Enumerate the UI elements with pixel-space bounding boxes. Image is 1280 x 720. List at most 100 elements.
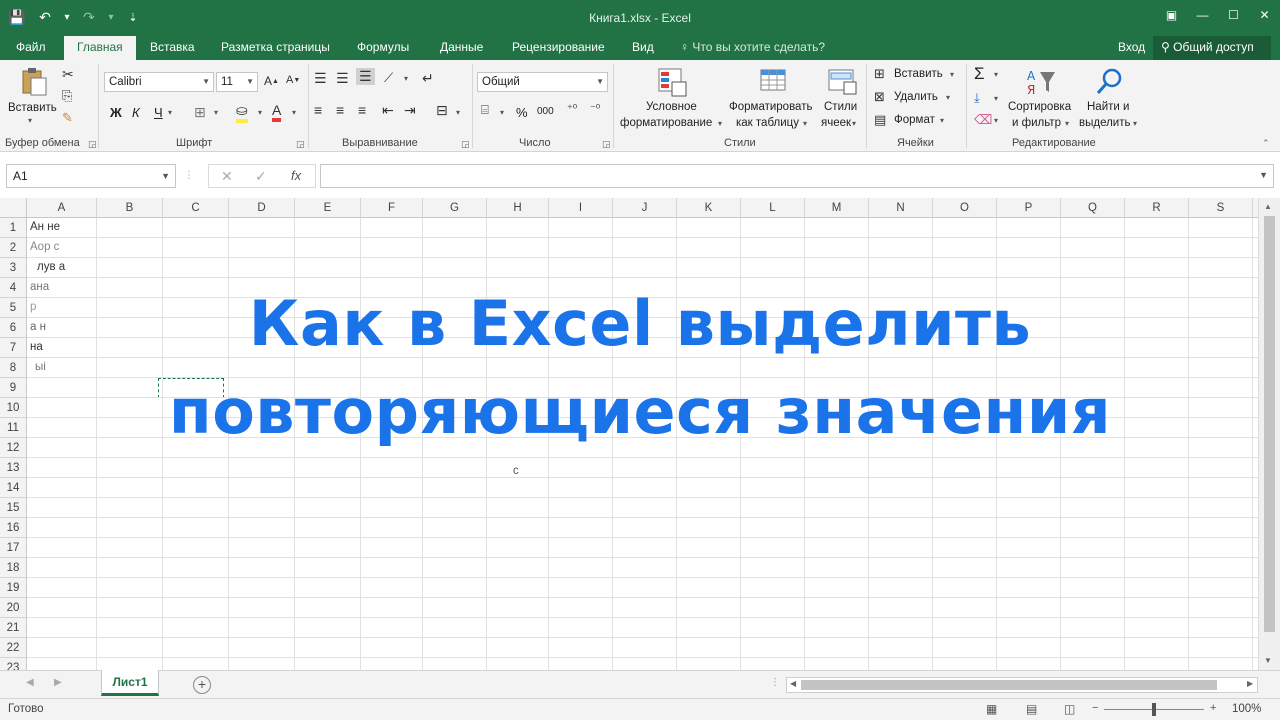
align-right-icon[interactable]: ≡ bbox=[358, 102, 366, 118]
conditional-formatting-label-2[interactable]: форматирование bbox=[620, 117, 712, 129]
autosum-icon[interactable]: Σ bbox=[974, 64, 985, 84]
font-color-icon[interactable]: A bbox=[272, 102, 282, 122]
row-header[interactable]: 16 bbox=[0, 518, 26, 538]
conditional-dropdown-icon[interactable]: ▾ bbox=[718, 119, 722, 128]
fill-color-icon[interactable]: ⛀ bbox=[236, 102, 248, 123]
name-box[interactable]: A1 ▼ bbox=[6, 164, 176, 188]
align-center-icon[interactable]: ≡ bbox=[336, 102, 344, 118]
borders-icon[interactable]: ⊞ bbox=[194, 104, 206, 121]
number-format-combo[interactable]: Общий ▼ bbox=[477, 72, 608, 92]
clipboard-launcher-icon[interactable]: ◲ bbox=[88, 139, 97, 150]
share-button[interactable]: ⚲ Общий доступ bbox=[1153, 36, 1271, 60]
column-header[interactable]: F bbox=[361, 198, 423, 218]
login-link[interactable]: Вход bbox=[1118, 36, 1145, 59]
minimize-icon[interactable]: — bbox=[1187, 0, 1218, 30]
scroll-up-icon[interactable]: ▲ bbox=[1264, 202, 1272, 211]
find-select-icon[interactable] bbox=[1094, 66, 1126, 98]
maximize-icon[interactable]: ☐ bbox=[1218, 0, 1249, 30]
format-cells-icon[interactable]: ▤ bbox=[874, 112, 886, 128]
fill-dropdown-icon[interactable]: ▾ bbox=[258, 108, 262, 117]
column-header[interactable]: G bbox=[423, 198, 487, 218]
tab-formulas[interactable]: Формулы bbox=[357, 36, 409, 60]
align-middle-icon[interactable]: ☰ bbox=[336, 70, 349, 87]
page-layout-view-icon[interactable]: ▤ bbox=[1026, 702, 1037, 716]
format-as-table-icon[interactable] bbox=[758, 66, 790, 98]
vertical-scroll-thumb[interactable] bbox=[1264, 216, 1275, 632]
row-header[interactable]: 7 bbox=[0, 338, 26, 358]
column-header[interactable]: C bbox=[163, 198, 229, 218]
font-name-combo[interactable]: Calibri ▼ bbox=[104, 72, 214, 92]
row-header[interactable]: 18 bbox=[0, 558, 26, 578]
find-select-label-2[interactable]: выделить bbox=[1079, 117, 1131, 129]
column-header[interactable]: Q bbox=[1061, 198, 1125, 218]
underline-dropdown-icon[interactable]: ▾ bbox=[168, 108, 172, 117]
tab-view[interactable]: Вид bbox=[632, 36, 654, 60]
column-header[interactable]: H bbox=[487, 198, 549, 218]
row-header[interactable]: 8 bbox=[0, 358, 26, 378]
cell-styles-label[interactable]: Стили bbox=[824, 101, 857, 113]
column-header[interactable]: L bbox=[741, 198, 805, 218]
collapse-ribbon-icon[interactable]: ⌃ bbox=[1262, 138, 1270, 149]
align-top-icon[interactable]: ☰ bbox=[314, 70, 327, 87]
sheet-tab-active[interactable]: Лист1 bbox=[101, 670, 159, 696]
insert-cells-label[interactable]: Вставить bbox=[894, 68, 943, 80]
select-all-corner[interactable] bbox=[0, 198, 27, 218]
tab-review[interactable]: Рецензирование bbox=[512, 36, 605, 60]
format-as-table-label[interactable]: Форматировать bbox=[729, 101, 812, 113]
column-header[interactable]: E bbox=[295, 198, 361, 218]
column-header[interactable]: M bbox=[805, 198, 869, 218]
column-header[interactable]: N bbox=[869, 198, 933, 218]
row-header[interactable]: 22 bbox=[0, 638, 26, 658]
sheet-prev-icon[interactable]: ◀ bbox=[26, 677, 34, 688]
insert-cells-dropdown-icon[interactable]: ▾ bbox=[950, 70, 954, 79]
currency-dropdown-icon[interactable]: ▾ bbox=[500, 108, 504, 117]
alignment-launcher-icon[interactable]: ◲ bbox=[461, 139, 470, 150]
decrease-decimal-icon[interactable]: ⁻⁰ bbox=[590, 102, 600, 115]
bold-button[interactable]: Ж bbox=[110, 105, 122, 120]
vertical-scrollbar[interactable]: ▲ ▼ bbox=[1258, 198, 1280, 670]
row-header[interactable]: 23 bbox=[0, 658, 26, 670]
wrap-text-icon[interactable]: ↵ bbox=[422, 70, 434, 87]
row-header[interactable]: 4 bbox=[0, 278, 26, 298]
enter-icon[interactable]: ✓ bbox=[255, 168, 267, 185]
row-header[interactable]: 9 bbox=[0, 378, 26, 398]
orientation-dropdown-icon[interactable]: ▾ bbox=[404, 74, 408, 83]
column-header[interactable]: P bbox=[997, 198, 1061, 218]
sort-filter-icon[interactable]: A Я bbox=[1025, 66, 1057, 98]
percent-button[interactable]: % bbox=[516, 105, 528, 120]
autosum-dropdown-icon[interactable]: ▾ bbox=[994, 70, 998, 79]
increase-indent-icon[interactable]: ⇥ bbox=[404, 102, 416, 119]
tab-home[interactable]: Главная bbox=[64, 36, 136, 60]
format-as-table-label-2[interactable]: как таблицу bbox=[736, 117, 799, 129]
underline-button[interactable]: Ч bbox=[154, 105, 163, 120]
cell-styles-icon[interactable] bbox=[826, 66, 858, 98]
scroll-down-icon[interactable]: ▼ bbox=[1264, 656, 1272, 665]
column-header[interactable]: K bbox=[677, 198, 741, 218]
add-sheet-button[interactable]: + bbox=[193, 676, 211, 694]
insert-function-icon[interactable]: fx bbox=[291, 168, 301, 183]
zoom-level[interactable]: 100% bbox=[1232, 703, 1261, 715]
insert-cells-icon[interactable]: ⊞ bbox=[874, 66, 885, 82]
page-break-view-icon[interactable]: ◫ bbox=[1064, 702, 1075, 716]
row-header[interactable]: 5 bbox=[0, 298, 26, 318]
tab-file[interactable]: Файл bbox=[16, 36, 46, 60]
tab-insert[interactable]: Вставка bbox=[150, 36, 195, 60]
expand-formula-icon[interactable]: ▼ bbox=[1259, 170, 1268, 180]
column-header[interactable]: I bbox=[549, 198, 613, 218]
merge-center-icon[interactable]: ⊟ bbox=[436, 102, 448, 119]
orientation-icon[interactable]: ⟋ bbox=[384, 70, 393, 86]
decrease-indent-icon[interactable]: ⇤ bbox=[382, 102, 394, 119]
fill-dropdown-icon[interactable]: ▾ bbox=[994, 94, 998, 103]
format-painter-icon[interactable]: ✎ bbox=[62, 110, 73, 126]
column-header[interactable]: A bbox=[27, 198, 97, 218]
cell-styles-dropdown-icon[interactable]: ▾ bbox=[852, 119, 856, 128]
thousands-button[interactable]: 000 bbox=[537, 106, 554, 117]
delete-cells-dropdown-icon[interactable]: ▾ bbox=[946, 93, 950, 102]
column-header[interactable]: B bbox=[97, 198, 163, 218]
row-header[interactable]: 1 bbox=[0, 218, 26, 238]
column-header[interactable]: R bbox=[1125, 198, 1189, 218]
decrease-font-icon[interactable]: A ▼ bbox=[286, 74, 300, 86]
row-header[interactable]: 12 bbox=[0, 438, 26, 458]
delete-cells-label[interactable]: Удалить bbox=[894, 91, 938, 103]
column-header[interactable]: J bbox=[613, 198, 677, 218]
